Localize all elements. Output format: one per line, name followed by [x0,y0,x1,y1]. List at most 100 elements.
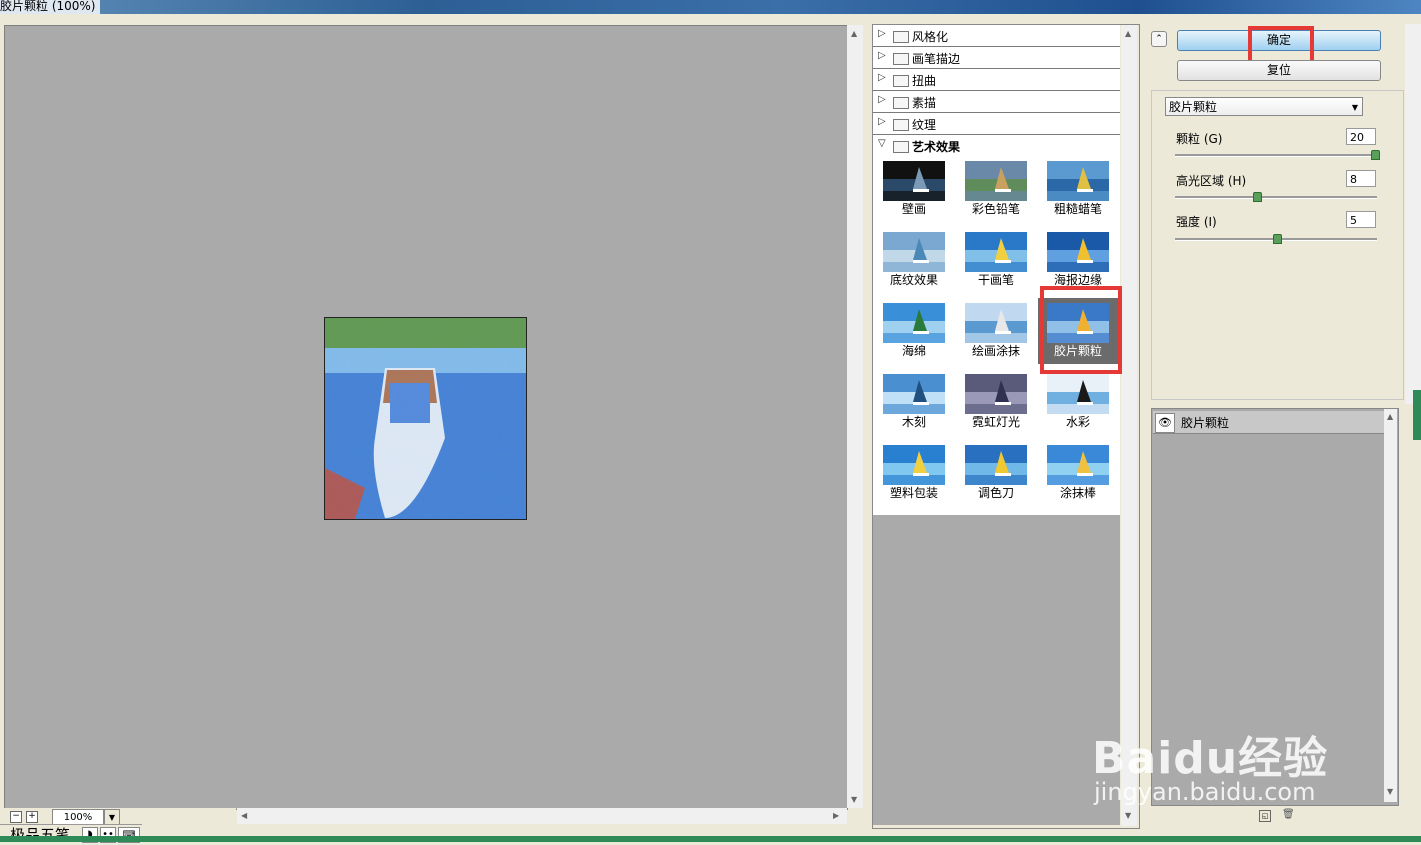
intensity-label: 强度 (I) [1176,215,1217,229]
watermark-brand: Baidu经验 [1092,733,1329,784]
intensity-input[interactable]: 5 [1346,211,1376,228]
collapse-gallery-icon[interactable]: ⌃ [1151,31,1167,47]
gallery-empty-area [873,515,1120,825]
filter-thumbnail[interactable]: 霓虹灯光 [956,369,1036,435]
scroll-right-icon[interactable]: ▶ [833,811,839,820]
scroll-down-icon[interactable]: ▼ [851,795,857,804]
category-label: 风格化 [912,30,949,44]
category-sketch[interactable]: ▷ 素描 [873,91,1120,113]
preview-horizontal-scrollbar[interactable]: ◀ ▶ [237,808,847,824]
filter-preview-image [1047,161,1109,201]
filter-thumbnail-label: 塑料包装 [889,486,938,500]
filter-thumbnail-label: 底纹效果 [889,273,938,287]
filter-thumbnail[interactable]: 海绵 [874,298,954,364]
slider-knob[interactable] [1371,150,1380,160]
filter-thumbnail-label: 霓虹灯光 [971,415,1020,429]
zoom-in-icon[interactable]: + [26,811,38,823]
category-texture[interactable]: ▷ 纹理 [873,113,1120,135]
filter-thumbnail[interactable]: 水彩 [1038,369,1118,435]
folder-icon [893,53,909,65]
filter-preview-image [883,161,945,201]
filter-preview-image [883,232,945,272]
zoom-out-icon[interactable]: − [10,811,22,823]
zoom-bar: − + 100% ▼ [4,808,236,826]
grain-slider[interactable] [1175,150,1380,160]
grain-label: 颗粒 (G) [1176,132,1223,146]
filter-thumbnail[interactable]: 干画笔 [956,227,1036,293]
scroll-down-icon[interactable]: ▼ [1387,787,1393,796]
filter-thumbnail[interactable]: 粗糙蜡笔 [1038,156,1118,222]
new-effect-layer-icon[interactable]: ◱ [1259,810,1271,822]
grain-input[interactable]: 20 [1346,128,1376,145]
category-label: 扭曲 [912,74,937,88]
filter-thumbnail[interactable]: 涂抹棒 [1038,440,1118,506]
filter-preview-image [965,161,1027,201]
scroll-left-icon[interactable]: ◀ [241,811,247,820]
folder-icon [893,31,909,43]
folder-icon [893,119,909,131]
filter-thumbnail-label: 粗糙蜡笔 [1053,202,1102,216]
filter-thumbnail[interactable]: 彩色铅笔 [956,156,1036,222]
watermark-url: jingyan.baidu.com [1094,778,1316,806]
filter-thumbnail-label: 涂抹棒 [1059,486,1096,500]
filter-thumbnail[interactable]: 底纹效果 [874,227,954,293]
highlight-box-selected-filter [1040,286,1122,374]
filter-preview-image [1047,445,1109,485]
reset-button[interactable]: 复位 [1177,60,1381,81]
scroll-down-icon[interactable]: ▼ [1125,811,1131,820]
filter-thumbnail-label: 木刻 [901,415,926,429]
filter-preview-image [965,303,1027,343]
dialog-top-strip [0,14,1421,24]
filter-thumbnail[interactable]: 绘画涂抹 [956,298,1036,364]
highlight-area-input[interactable]: 8 [1346,170,1376,187]
expand-arrow-icon: ▷ [878,94,886,105]
preview-image [324,317,527,520]
filter-preview-image [883,374,945,414]
folder-icon [893,97,909,109]
intensity-slider[interactable] [1175,234,1377,244]
folder-open-icon [893,141,909,153]
trash-icon[interactable]: 🗑 [1282,809,1295,821]
folder-icon [893,75,909,87]
filter-thumbnail[interactable]: 塑料包装 [874,440,954,506]
preview-vertical-scrollbar[interactable]: ▲ ▼ [847,25,863,808]
filter-thumbnail-label: 壁画 [901,202,926,216]
slider-knob[interactable] [1273,234,1282,244]
scroll-thumb[interactable] [1413,390,1421,440]
scroll-up-icon[interactable]: ▲ [851,29,857,38]
layers-scrollbar[interactable]: ▲ ▼ [1384,409,1397,802]
expand-arrow-icon: ▷ [878,116,886,127]
filter-thumbnail-label: 水彩 [1065,415,1090,429]
effect-layer-name: 胶片颗粒 [1181,416,1230,430]
filter-thumbnail[interactable]: 调色刀 [956,440,1036,506]
filter-thumbnail[interactable]: 木刻 [874,369,954,435]
filter-preview-image [1047,374,1109,414]
category-artistic[interactable]: ▽ 艺术效果 [873,135,1120,156]
highlight-area-slider[interactable] [1175,192,1377,202]
scroll-up-icon[interactable]: ▲ [1125,29,1131,38]
title-bar: 胶片颗粒 (100%) [0,0,1421,14]
expand-arrow-icon: ▷ [878,28,886,39]
window-title: 胶片颗粒 (100%) [0,0,100,14]
expand-arrow-icon: ▷ [878,72,886,83]
settings-scrollbar[interactable] [1405,24,1421,404]
filter-preview-image [883,445,945,485]
slider-knob[interactable] [1253,192,1262,202]
category-distort[interactable]: ▷ 扭曲 [873,69,1120,91]
filter-preview-image [965,445,1027,485]
eye-icon[interactable]: 👁 [1155,413,1175,433]
scroll-up-icon[interactable]: ▲ [1387,412,1393,421]
filter-thumbnail-label: 海绵 [901,344,926,358]
category-brush-strokes[interactable]: ▷ 画笔描边 [873,47,1120,69]
category-label: 画笔描边 [912,52,961,66]
category-label: 纹理 [912,118,937,132]
taskbar-edge [0,836,1421,842]
category-stylize[interactable]: ▷ 风格化 [873,25,1120,47]
chevron-down-icon: ▼ [1351,103,1358,112]
filter-preview-image [965,232,1027,272]
filter-thumbnail-label: 彩色铅笔 [971,202,1020,216]
watermark: Baidu经验 jingyan.baidu.com [1090,690,1350,810]
filter-thumbnail[interactable]: 壁画 [874,156,954,222]
filter-select[interactable]: 胶片颗粒 ▼ [1165,97,1363,116]
filter-thumbnail[interactable]: 海报边缘 [1038,227,1118,293]
